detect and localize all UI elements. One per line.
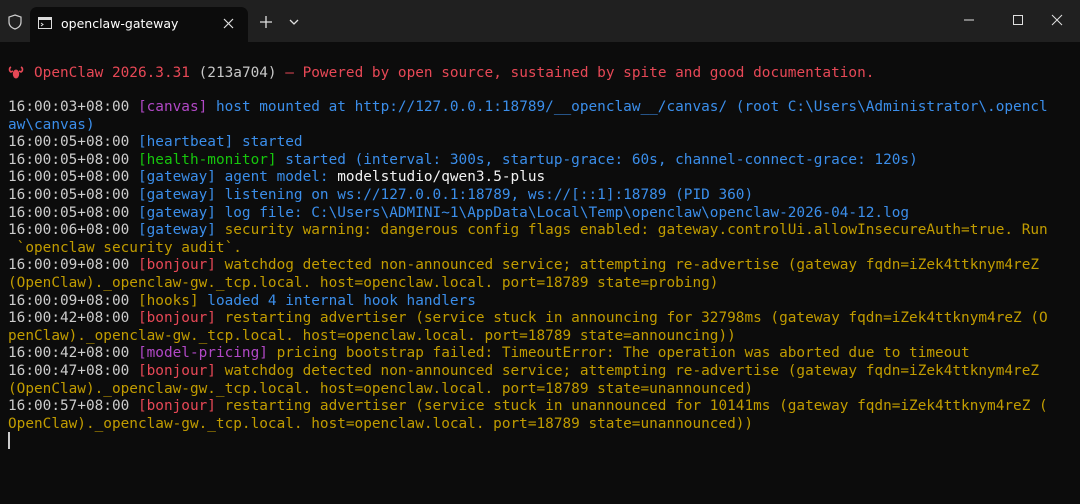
log-line: 16:00:05+08:00 [heartbeat] started xyxy=(8,134,303,151)
close-tab-icon[interactable] xyxy=(223,18,234,29)
banner-brand: OpenClaw 2026.3.31 xyxy=(34,65,190,81)
log-timestamp: 16:00:09+08:00 xyxy=(8,257,138,274)
log-line: 16:00:09+08:00 [hooks] loaded 4 internal… xyxy=(8,293,476,310)
log-message: host mounted at http://127.0.0.1:18789/_… xyxy=(215,99,1048,115)
chevron-down-icon[interactable] xyxy=(289,18,299,26)
lobster-icon xyxy=(8,66,24,79)
log-line: 16:00:03+08:00 [canvas] host mounted at … xyxy=(8,99,1048,116)
log-timestamp: 16:00:05+08:00 xyxy=(8,187,138,203)
log-timestamp: 16:00:05+08:00 xyxy=(8,204,138,221)
banner-line: OpenClaw 2026.3.31 (213a704) — Powered b… xyxy=(34,65,874,82)
log-line: 16:00:42+08:00 [bonjour] restarting adve… xyxy=(8,310,1048,327)
log-value: modelstudio/qwen3.5-plus xyxy=(337,169,546,186)
log-line-continuation: OpenClaw)._openclaw-gw._tcp.local. host=… xyxy=(8,415,754,432)
log-timestamp: 16:00:09+08:00 xyxy=(8,292,138,309)
log-line: 16:00:47+08:00 [bonjour] watchdog detect… xyxy=(8,363,1039,380)
log-tag: [bonjour] xyxy=(137,363,225,379)
terminal-output[interactable]: OpenClaw 2026.3.31 (213a704) — Powered b… xyxy=(0,42,1080,504)
log-tag: [gateway] xyxy=(137,204,225,221)
log-message: pricing bootstrap failed: TimeoutError: … xyxy=(276,345,970,362)
maximize-icon xyxy=(1013,15,1023,25)
banner-tagline: — Powered by open source, sustained by s… xyxy=(276,65,875,81)
log-tag: [bonjour] xyxy=(137,257,225,274)
text-cursor xyxy=(8,432,10,449)
shield-icon xyxy=(8,14,22,30)
log-line: 16:00:05+08:00 [gateway] listening on ws… xyxy=(8,187,753,204)
log-tag: [bonjour] xyxy=(137,310,225,327)
log-timestamp: 16:00:05+08:00 xyxy=(8,169,138,186)
log-message: log file: C:\Users\ADMINI~1\AppData\Loca… xyxy=(224,204,910,221)
log-tag: [gateway] xyxy=(137,222,225,239)
tab-title: openclaw-gateway xyxy=(61,16,179,31)
minimize-button[interactable] xyxy=(946,0,992,40)
new-tab-button[interactable] xyxy=(260,16,272,28)
banner-hash: (213a704) xyxy=(198,65,277,81)
log-message: started (interval: 300s, startup-grace: … xyxy=(285,151,918,168)
log-line: 16:00:06+08:00 [gateway] security warnin… xyxy=(8,222,1048,239)
log-line: 16:00:05+08:00 [health-monitor] started … xyxy=(8,152,918,169)
window-titlebar: openclaw-gateway xyxy=(0,0,1080,42)
log-line-continuation: `openclaw security audit`. xyxy=(8,239,242,256)
log-line-continuation: penClaw)._openclaw-gw._tcp.local. host=o… xyxy=(8,327,736,344)
log-message: restarting advertiser (service stuck in … xyxy=(224,398,1048,415)
log-tag: [gateway] xyxy=(137,169,225,186)
log-message: loaded 4 internal hook handlers xyxy=(207,292,476,309)
close-icon xyxy=(1051,14,1063,26)
terminal-icon xyxy=(38,17,52,29)
log-line-continuation: (OpenClaw)._openclaw-gw._tcp.local. host… xyxy=(8,275,719,291)
log-timestamp: 16:00:06+08:00 xyxy=(8,222,138,239)
log-tag: [gateway] xyxy=(137,187,225,203)
log-timestamp: 16:00:57+08:00 xyxy=(8,398,138,415)
log-tag: [bonjour] xyxy=(137,398,225,415)
log-message: started xyxy=(241,134,303,151)
log-message: restarting advertiser (service stuck in … xyxy=(224,310,1048,327)
log-timestamp: 16:00:05+08:00 xyxy=(8,134,138,151)
log-timestamp: 16:00:03+08:00 xyxy=(8,99,138,115)
log-line: 16:00:57+08:00 [bonjour] restarting adve… xyxy=(8,398,1048,415)
log-line: 16:00:05+08:00 [gateway] agent model: mo… xyxy=(8,169,545,186)
terminal-tab[interactable]: openclaw-gateway xyxy=(30,7,248,42)
log-tag: [canvas] xyxy=(137,99,216,115)
log-line-continuation: aw\canvas) xyxy=(8,116,95,133)
close-window-button[interactable] xyxy=(1034,0,1080,40)
log-message: watchdog detected non-announced service;… xyxy=(224,257,1040,274)
log-tag: [hooks] xyxy=(137,292,208,309)
minimize-icon xyxy=(964,19,974,21)
log-message: watchdog detected non-announced service;… xyxy=(224,363,1040,379)
log-timestamp: 16:00:42+08:00 xyxy=(8,310,138,327)
log-timestamp: 16:00:47+08:00 xyxy=(8,363,138,379)
log-message: agent model: xyxy=(224,169,338,186)
log-tag: [health-monitor] xyxy=(137,151,286,168)
log-line-continuation: (OpenClaw)._openclaw-gw._tcp.local. host… xyxy=(8,380,754,397)
log-timestamp: 16:00:42+08:00 xyxy=(8,345,138,362)
log-message: security warning: dangerous config flags… xyxy=(224,222,1048,239)
log-timestamp: 16:00:05+08:00 xyxy=(8,151,138,168)
log-message: listening on ws://127.0.0.1:18789, ws://… xyxy=(224,187,754,203)
log-line: 16:00:42+08:00 [model-pricing] pricing b… xyxy=(8,345,970,362)
log-tag: [heartbeat] xyxy=(137,134,242,151)
log-line: 16:00:09+08:00 [bonjour] watchdog detect… xyxy=(8,257,1039,274)
log-tag: [model-pricing] xyxy=(137,345,277,362)
log-line: 16:00:05+08:00 [gateway] log file: C:\Us… xyxy=(8,205,909,222)
